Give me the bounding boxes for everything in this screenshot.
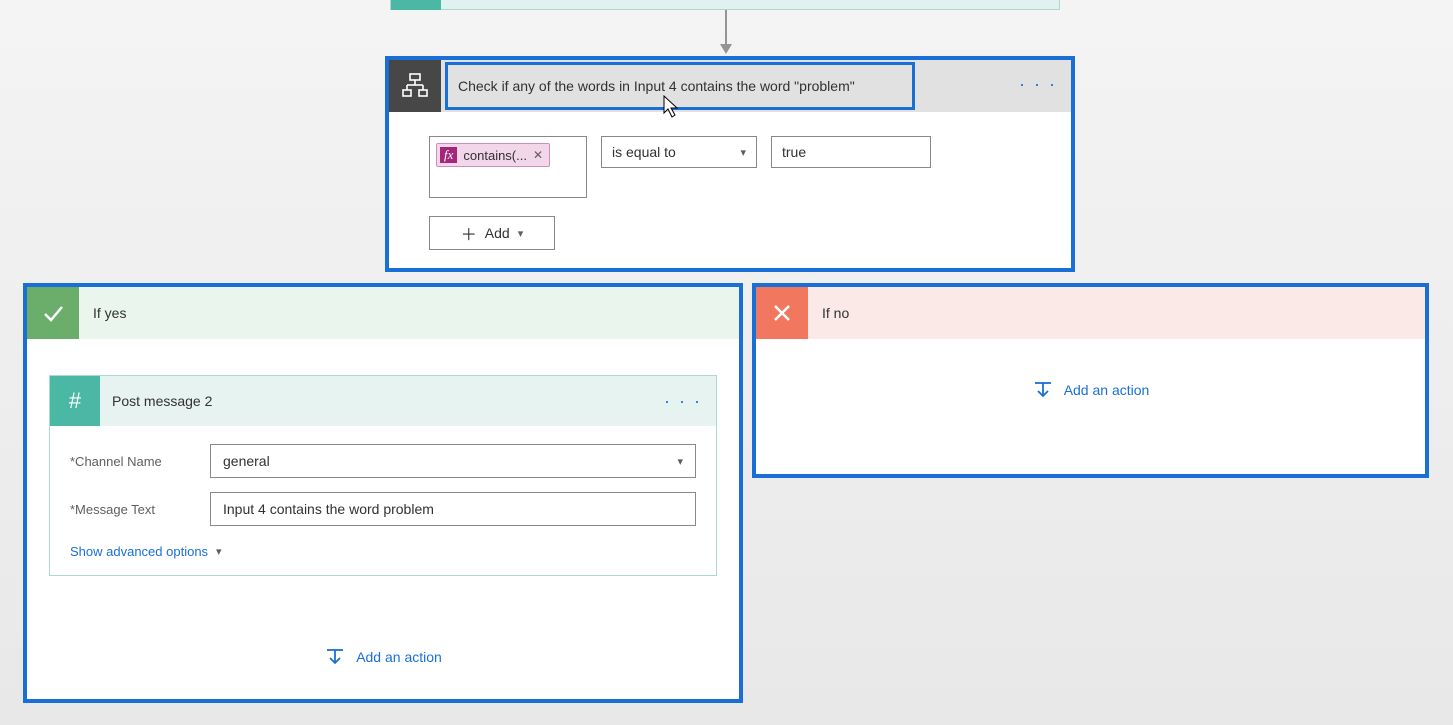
condition-card: Check if any of the words in Input 4 con… — [385, 56, 1075, 272]
chevron-down-icon: ▾ — [518, 227, 524, 240]
if-no-add-action-button[interactable]: Add an action — [756, 379, 1425, 401]
post-message-2-header[interactable]: # Post message 2 · · · — [50, 376, 716, 426]
chevron-down-icon: ▾ — [216, 545, 222, 558]
if-no-branch: If no Add an action — [752, 283, 1429, 478]
add-action-label: Add an action — [356, 649, 442, 665]
add-condition-button[interactable]: ＋ Add ▾ — [429, 216, 555, 250]
flow-connector-arrow — [725, 10, 727, 52]
expression-text: contains(... — [463, 148, 527, 163]
plus-icon: ＋ — [461, 221, 477, 245]
fx-icon: fx — [440, 147, 457, 163]
message-text-input[interactable]: Input 4 contains the word problem — [210, 492, 696, 526]
slack-icon: # — [50, 376, 100, 426]
condition-value-input[interactable]: true — [771, 136, 931, 168]
x-icon — [756, 287, 808, 339]
value-text: true — [782, 144, 806, 160]
chevron-down-icon: ▾ — [677, 455, 683, 468]
operator-value: is equal to — [612, 144, 676, 160]
if-yes-header[interactable]: If yes — [27, 287, 739, 339]
post-message-2-title: Post message 2 — [112, 393, 212, 409]
chevron-down-icon: ▾ — [740, 146, 746, 159]
check-icon — [27, 287, 79, 339]
post-message-2-card: # Post message 2 · · · *Channel Name gen… — [49, 375, 717, 576]
channel-name-value: general — [223, 453, 270, 469]
add-label: Add — [485, 225, 510, 241]
condition-body: fx contains(... ✕ is equal to ▾ true ＋ A… — [389, 112, 1071, 268]
show-advanced-options-link[interactable]: Show advanced options ▾ — [70, 544, 222, 559]
add-action-icon — [1032, 379, 1054, 401]
condition-title-edit[interactable]: Check if any of the words in Input 4 con… — [445, 62, 915, 110]
condition-menu-button[interactable]: · · · — [1019, 74, 1057, 95]
slack-icon: # — [391, 0, 441, 10]
condition-header[interactable]: Check if any of the words in Input 4 con… — [389, 60, 1071, 112]
add-action-label: Add an action — [1064, 382, 1150, 398]
if-yes-branch: If yes # Post message 2 · · · *Channel N… — [23, 283, 743, 703]
message-text-value: Input 4 contains the word problem — [223, 501, 434, 517]
advanced-label: Show advanced options — [70, 544, 208, 559]
add-action-icon — [324, 646, 346, 668]
if-yes-add-action-button[interactable]: Add an action — [27, 646, 739, 668]
if-no-title: If no — [822, 305, 849, 321]
if-no-header[interactable]: If no — [756, 287, 1425, 339]
condition-icon — [389, 60, 441, 112]
expression-remove-icon[interactable]: ✕ — [533, 148, 543, 162]
if-yes-title: If yes — [93, 305, 126, 321]
channel-name-label: *Channel Name — [70, 454, 210, 469]
condition-title: Check if any of the words in Input 4 con… — [458, 78, 855, 94]
expression-chip[interactable]: fx contains(... ✕ — [436, 143, 550, 167]
post-message-2-menu-button[interactable]: · · · — [664, 391, 702, 412]
post-message-action[interactable]: # Post message — [390, 0, 1060, 10]
condition-operator-select[interactable]: is equal to ▾ — [601, 136, 757, 168]
condition-left-input[interactable]: fx contains(... ✕ — [429, 136, 587, 198]
channel-name-select[interactable]: general ▾ — [210, 444, 696, 478]
message-text-label: *Message Text — [70, 502, 210, 517]
